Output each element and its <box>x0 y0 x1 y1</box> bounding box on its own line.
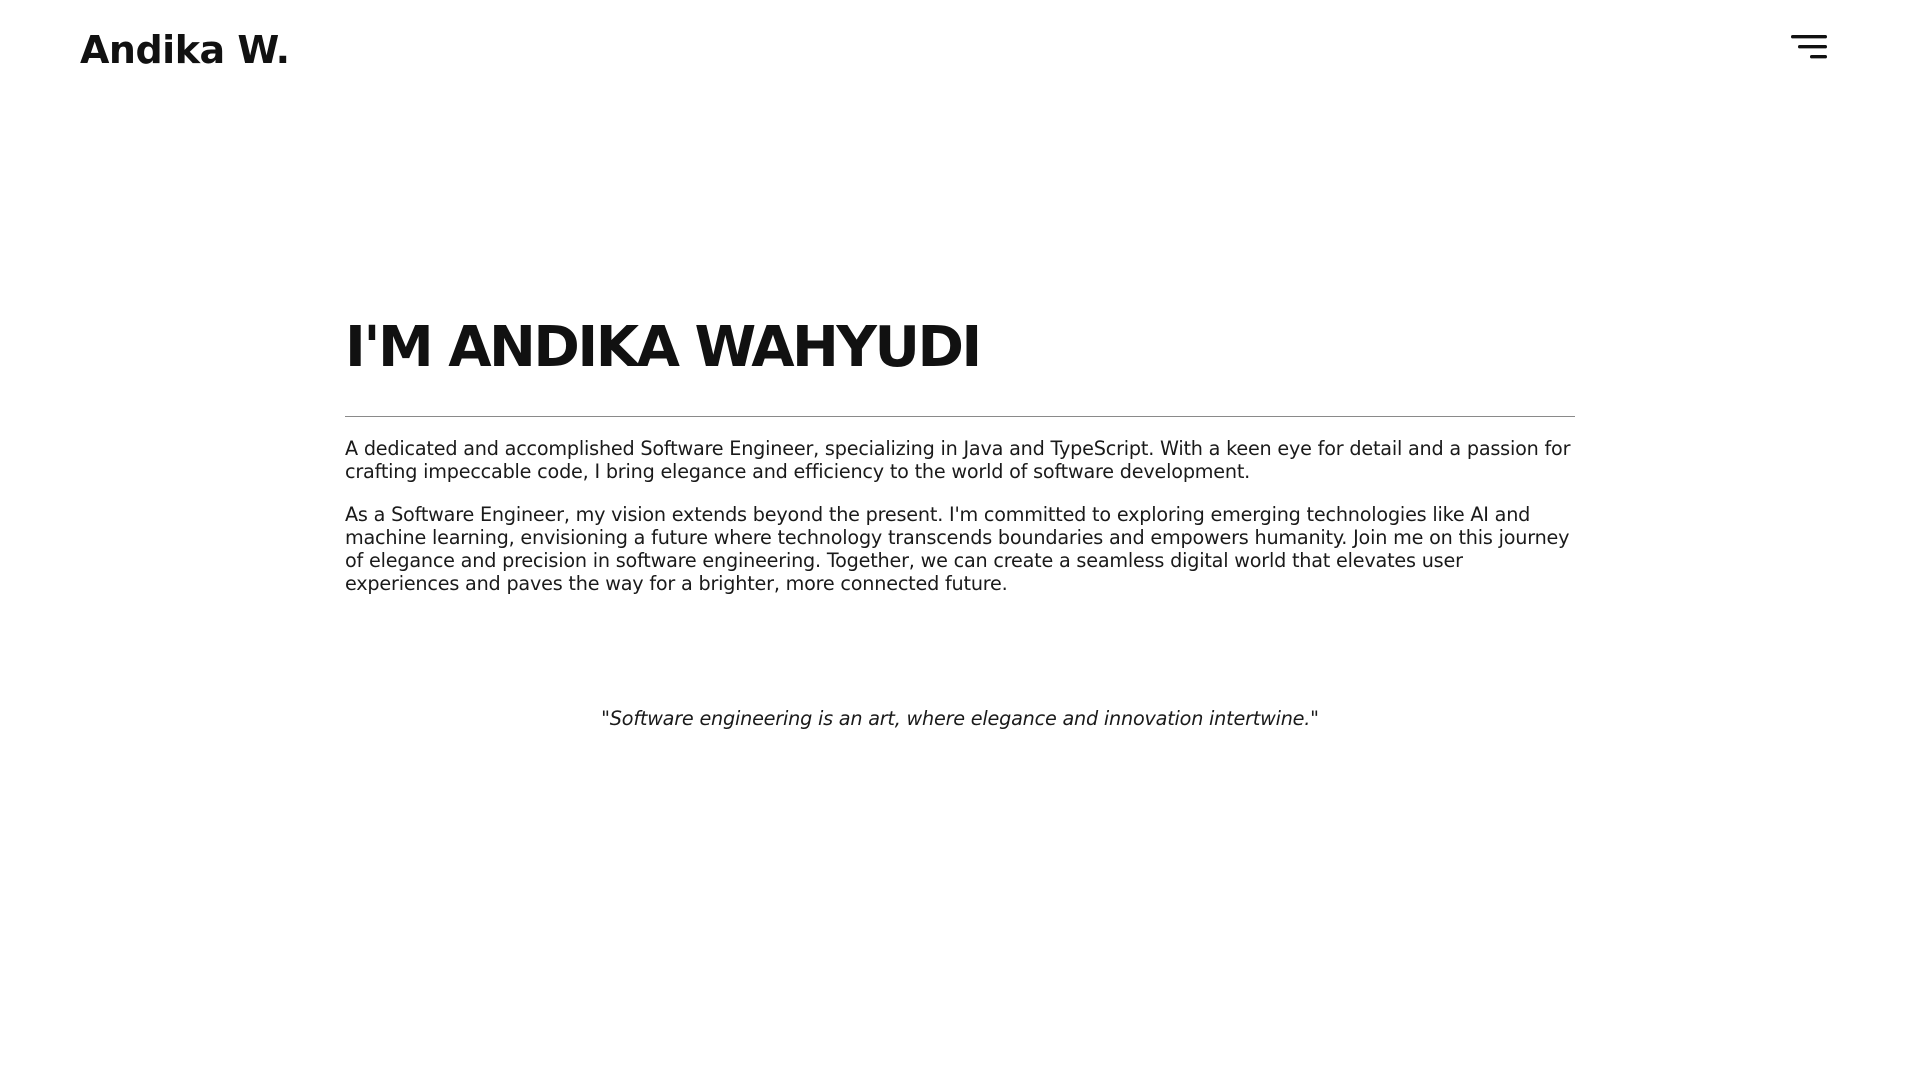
site-header: Andika W. <box>0 0 1920 100</box>
vision-paragraph: As a Software Engineer, my vision extend… <box>345 503 1570 595</box>
brand-logo[interactable]: Andika W. <box>80 26 290 74</box>
quote-text: "Software engineering is an art, where e… <box>601 707 1319 730</box>
about-section: I'M ANDIKA WAHYUDI A dedicated and accom… <box>345 300 1575 595</box>
menu-button[interactable] <box>1784 30 1832 70</box>
title-divider <box>345 416 1575 417</box>
hamburger-menu-icon <box>1791 35 1827 59</box>
page-title: I'M ANDIKA WAHYUDI <box>345 315 982 380</box>
intro-paragraph: A dedicated and accomplished Software En… <box>345 437 1571 483</box>
